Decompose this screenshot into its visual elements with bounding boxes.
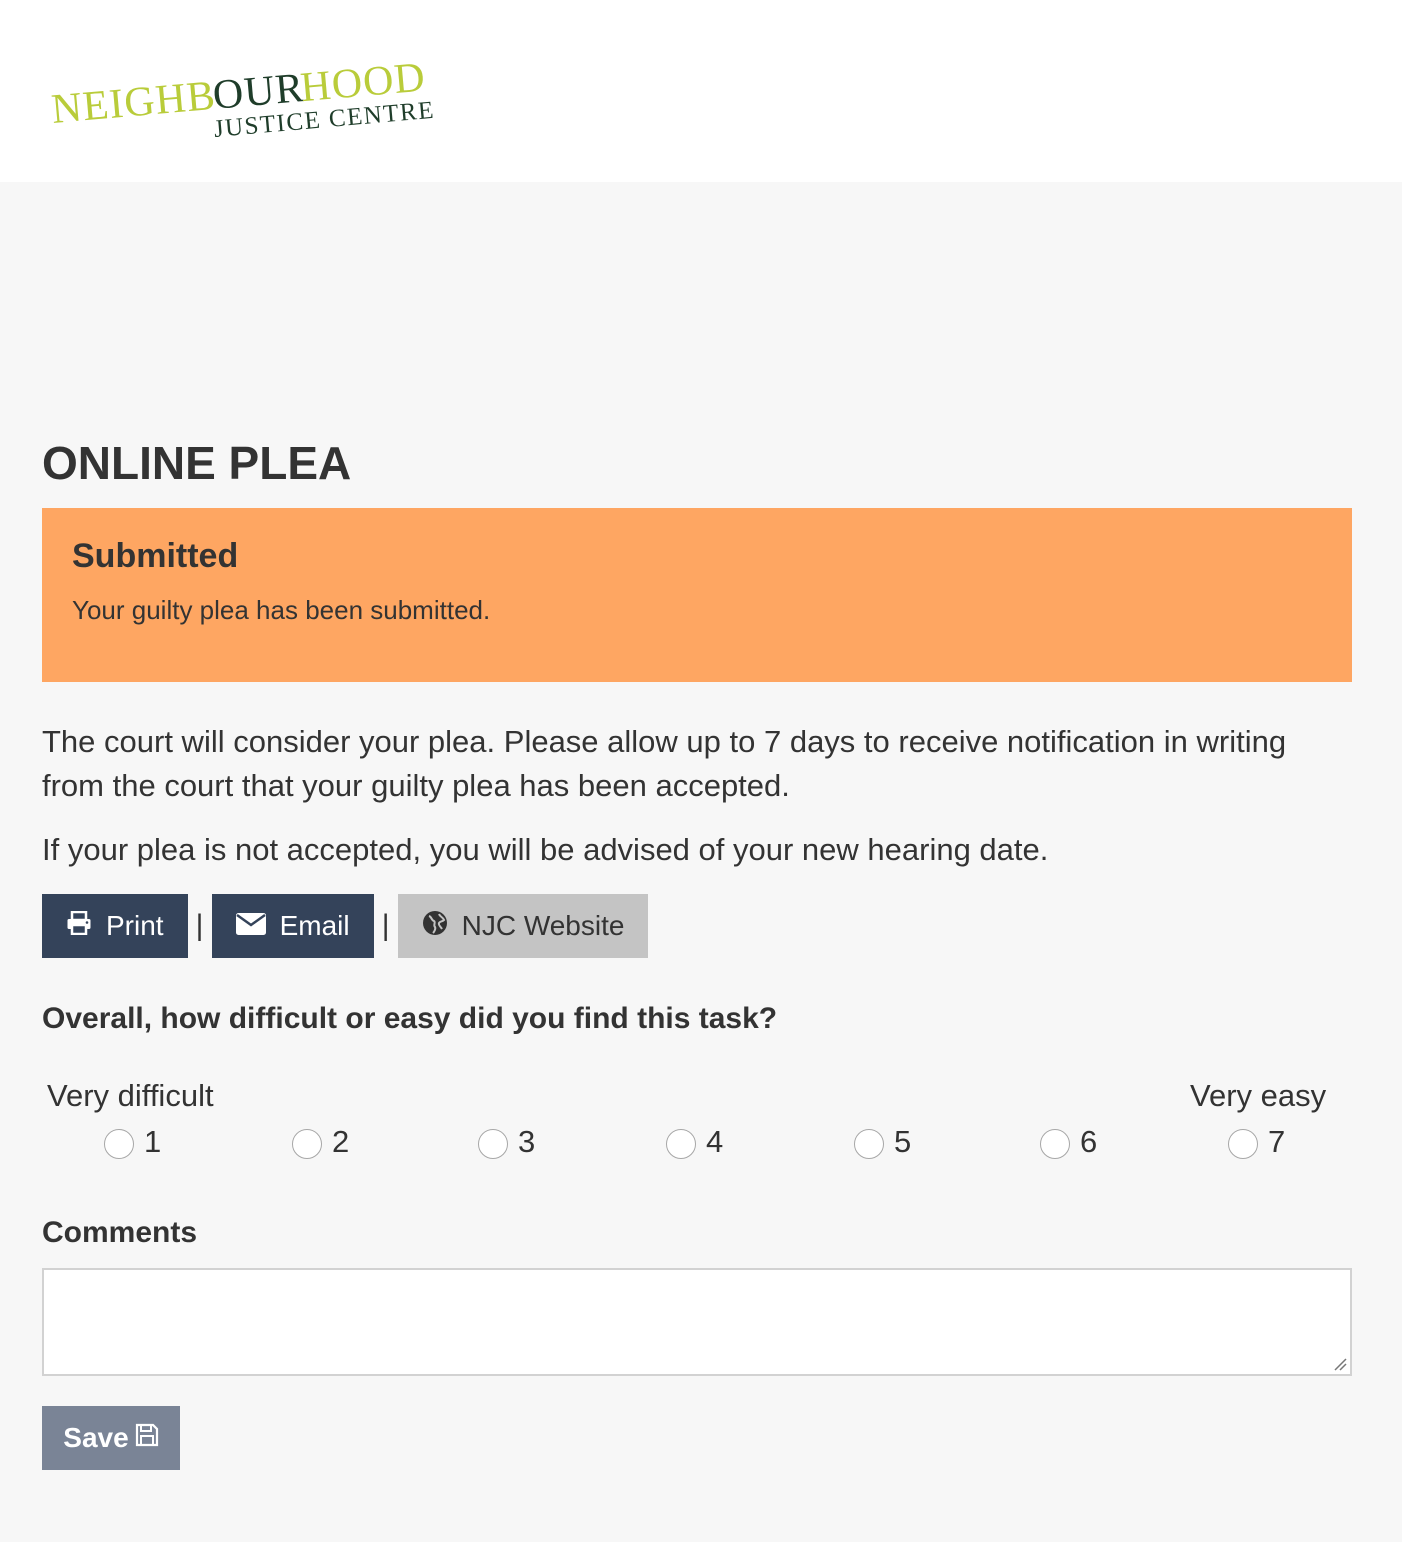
info-paragraph-hearing: If your plea is not accepted, you will b…	[42, 832, 1049, 867]
floppy-disk-icon	[135, 1422, 159, 1454]
radio-button[interactable]	[292, 1129, 322, 1159]
rating-option-7[interactable]: 7	[1228, 1122, 1285, 1162]
site-header: NEIGHB OUR HOOD JUSTICE CENTRE	[0, 0, 1402, 182]
printer-icon	[66, 910, 92, 942]
njc-website-label: NJC Website	[461, 910, 625, 941]
rating-option-label: 4	[706, 1124, 724, 1159]
rating-option-label: 7	[1268, 1124, 1286, 1159]
logo-graphic: NEIGHB OUR HOOD JUSTICE CENTRE	[50, 54, 436, 138]
action-buttons: Print | Email | NJC Website	[42, 894, 649, 958]
rating-option-label: 5	[894, 1124, 912, 1159]
scale-min-label: Very difficult	[47, 1078, 214, 1113]
submitted-alert: Submitted Your guilty plea has been subm…	[42, 508, 1352, 682]
page-title: ONLINE PLEA	[42, 437, 352, 489]
alert-message: Your guilty plea has been submitted.	[72, 595, 491, 625]
rating-option-4[interactable]: 4	[666, 1122, 723, 1162]
comments-label: Comments	[42, 1216, 198, 1249]
separator: |	[195, 909, 204, 942]
print-button[interactable]: Print	[42, 894, 188, 958]
njc-logo[interactable]: NEIGHB OUR HOOD JUSTICE CENTRE	[46, 28, 446, 138]
separator: |	[381, 909, 390, 942]
rating-option-1[interactable]: 1	[104, 1122, 161, 1162]
radio-button[interactable]	[1040, 1129, 1070, 1159]
globe-icon	[422, 910, 448, 943]
save-button[interactable]: Save	[42, 1406, 180, 1470]
info-paragraph-consideration: The court will consider your plea. Pleas…	[42, 724, 1287, 803]
rating-option-label: 2	[332, 1124, 350, 1159]
radio-button[interactable]	[854, 1129, 884, 1159]
rating-option-label: 1	[144, 1124, 162, 1159]
rating-option-2[interactable]: 2	[292, 1122, 349, 1162]
email-button[interactable]: Email	[211, 894, 374, 958]
radio-button[interactable]	[478, 1129, 508, 1159]
envelope-icon	[235, 910, 266, 942]
survey-question: Overall, how difficult or easy did you f…	[42, 1002, 778, 1035]
alert-title: Submitted	[72, 537, 239, 575]
radio-button[interactable]	[104, 1129, 134, 1159]
rating-option-6[interactable]: 6	[1040, 1122, 1097, 1162]
radio-button[interactable]	[1228, 1129, 1258, 1159]
resize-grip-icon[interactable]	[1333, 1357, 1347, 1371]
email-label: Email	[279, 910, 350, 941]
logo-text-neighb: NEIGHB	[50, 73, 218, 133]
rating-option-3[interactable]: 3	[478, 1122, 535, 1162]
comments-textarea[interactable]	[42, 1268, 1352, 1376]
scale-max-label: Very easy	[1190, 1078, 1327, 1113]
radio-button[interactable]	[666, 1129, 696, 1159]
rating-option-label: 3	[518, 1124, 536, 1159]
rating-option-label: 6	[1080, 1124, 1098, 1159]
save-label: Save	[63, 1422, 129, 1453]
rating-option-5[interactable]: 5	[854, 1122, 911, 1162]
print-label: Print	[106, 910, 164, 941]
njc-website-button[interactable]: NJC Website	[397, 894, 649, 958]
